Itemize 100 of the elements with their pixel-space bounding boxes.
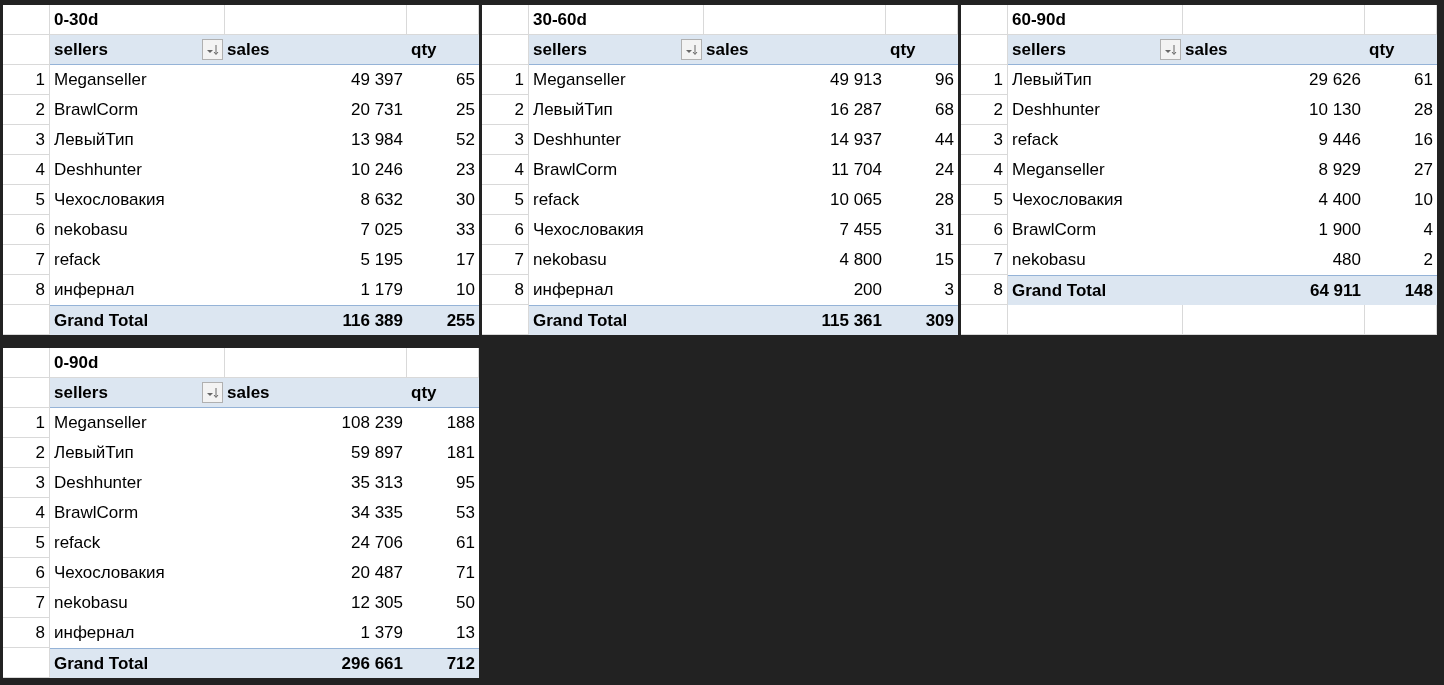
seller-cell-text: инфернал (53, 622, 136, 645)
seller-cell-text: Чехословакия (53, 562, 166, 585)
sales-cell-text: 12 305 (350, 592, 404, 615)
qty-cell-text: 33 (455, 219, 476, 242)
empty-cell (3, 348, 50, 378)
seller-cell-text: ЛевыйТип (53, 129, 135, 152)
qty-cell-text: 28 (1413, 99, 1434, 122)
column-header: sellers (50, 378, 225, 407)
total-qty: 309 (924, 309, 955, 332)
seller-cell-text: Meganseller (53, 412, 148, 435)
sales-cell-text: 10 246 (350, 159, 404, 182)
sales-cell-text: 14 937 (829, 129, 883, 152)
seller-cell-text: BrawlCorm (532, 159, 619, 182)
row-number: 8 (3, 275, 50, 305)
seller-cell-text: инфернал (532, 279, 615, 302)
row-number: 3 (482, 125, 529, 155)
row-number: 5 (3, 185, 50, 215)
row-number: 1 (961, 65, 1008, 95)
row-number: 7 (961, 245, 1008, 275)
qty-cell-text: 52 (455, 129, 476, 152)
sales-cell-text: 49 397 (350, 69, 404, 92)
total-label: Grand Total (532, 309, 629, 332)
sales-cell-text: 11 704 (830, 159, 883, 182)
sales-cell-text: 9 446 (1317, 129, 1362, 152)
filter-dropdown[interactable] (202, 382, 223, 403)
qty-cell-text: 13 (455, 622, 476, 645)
qty-cell-text: 50 (455, 592, 476, 615)
seller-cell-text: ЛевыйТип (53, 442, 135, 465)
column-header: sellers (529, 35, 704, 64)
row-number: 5 (482, 185, 529, 215)
sales-cell-text: 7 455 (838, 219, 883, 242)
row-number: 2 (3, 95, 50, 125)
row-number: 4 (482, 155, 529, 185)
seller-cell-text: ЛевыйТип (532, 99, 614, 122)
sales-cell-text: 8 632 (359, 189, 404, 212)
sales-cell-text: 34 335 (350, 502, 404, 525)
sales-cell-text: 4 400 (1317, 189, 1362, 212)
seller-cell-text: Чехословакия (53, 189, 166, 212)
row-number: 7 (3, 588, 50, 618)
total-qty: 712 (445, 652, 476, 675)
row-number: 6 (3, 558, 50, 588)
row-number: 6 (961, 215, 1008, 245)
seller-cell-text: Deshhunter (1011, 99, 1101, 122)
row-number: 4 (3, 498, 50, 528)
column-header: sales (226, 38, 271, 61)
sales-cell-text: 10 065 (829, 189, 883, 212)
row-number: 5 (961, 185, 1008, 215)
qty-cell-text: 181 (445, 442, 476, 465)
seller-cell-text: ЛевыйТип (1011, 69, 1093, 92)
filter-dropdown[interactable] (1160, 39, 1181, 60)
qty-cell-text: 71 (455, 562, 476, 585)
qty-cell-text: 28 (934, 189, 955, 212)
filter-dropdown[interactable] (681, 39, 702, 60)
qty-cell-text: 188 (445, 412, 476, 435)
qty-cell-text: 10 (1413, 189, 1434, 212)
column-header: sellers (1008, 35, 1183, 64)
qty-cell-text: 31 (934, 219, 955, 242)
seller-cell-text: refack (532, 189, 581, 212)
filter-dropdown[interactable] (202, 39, 223, 60)
empty-cell (961, 5, 1008, 35)
row-number: 8 (3, 618, 50, 648)
sales-cell-text: 8 929 (1317, 159, 1362, 182)
seller-cell-text: Meganseller (53, 69, 148, 92)
empty-cell (482, 5, 529, 35)
sales-cell-text: 20 487 (350, 562, 404, 585)
row-number: 1 (482, 65, 529, 95)
row-number: 6 (482, 215, 529, 245)
sort-filter-icon (1163, 43, 1178, 56)
seller-cell-text: Чехословакия (1011, 189, 1124, 212)
sales-cell-text: 59 897 (350, 442, 404, 465)
total-sales: 116 389 (341, 309, 404, 332)
sales-cell-text: 1 179 (359, 279, 404, 302)
row-number: 3 (3, 125, 50, 155)
seller-cell-text: Чехословакия (532, 219, 645, 242)
seller-cell-text: Deshhunter (53, 159, 143, 182)
seller-cell-text: Deshhunter (532, 129, 622, 152)
total-qty: 255 (445, 309, 476, 332)
sales-cell-text: 1 900 (1317, 219, 1362, 242)
seller-cell-text: BrawlCorm (1011, 219, 1098, 242)
qty-cell-text: 4 (1422, 219, 1434, 242)
row-number: 7 (482, 245, 529, 275)
qty-cell-text: 25 (455, 99, 476, 122)
column-header: qty (410, 38, 438, 61)
total-sales: 296 661 (340, 652, 404, 675)
qty-cell-text: 16 (1413, 129, 1434, 152)
sales-cell-text: 10 130 (1308, 99, 1362, 122)
qty-cell-text: 65 (455, 69, 476, 92)
column-header: qty (410, 381, 438, 404)
seller-cell-text: Deshhunter (53, 472, 143, 495)
column-header: sales (226, 381, 271, 404)
sales-cell-text: 1 379 (359, 622, 404, 645)
sort-filter-icon (205, 43, 220, 56)
seller-cell-text: refack (53, 249, 102, 272)
qty-cell-text: 3 (943, 279, 955, 302)
qty-cell-text: 15 (934, 249, 955, 272)
qty-cell-text: 53 (455, 502, 476, 525)
column-header: sales (705, 38, 750, 61)
qty-cell-text: 17 (455, 249, 476, 272)
row-number: 2 (3, 438, 50, 468)
row-number: 4 (3, 155, 50, 185)
